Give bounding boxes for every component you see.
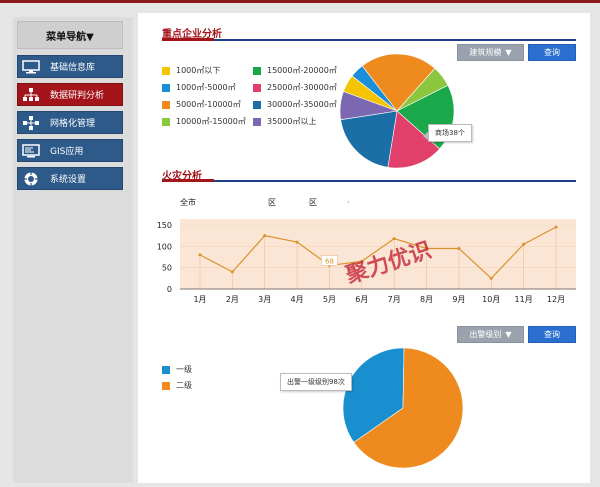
y-tick-label: 100 bbox=[157, 242, 172, 251]
data-point[interactable] bbox=[554, 225, 558, 229]
y-tick-label: 150 bbox=[157, 221, 172, 230]
enterprise-pie-chart bbox=[339, 53, 455, 169]
x-tick-label: 2月 bbox=[226, 295, 239, 304]
gis-screen-icon bbox=[18, 140, 44, 161]
data-point[interactable] bbox=[392, 237, 396, 241]
data-point[interactable] bbox=[522, 242, 526, 246]
enterprise-pie-tooltip: 商场38个 bbox=[423, 124, 472, 142]
x-tick-label: 1月 bbox=[193, 295, 206, 304]
x-tick-label: 5月 bbox=[323, 295, 336, 304]
data-point[interactable] bbox=[295, 240, 299, 244]
sidebar-item-grid-management[interactable]: 网格化管理 bbox=[17, 111, 123, 134]
monitor-icon bbox=[18, 56, 44, 77]
level-pie-chart bbox=[342, 347, 464, 469]
x-tick-label: 4月 bbox=[291, 295, 304, 304]
main-panel: 重点企业分析 建筑规模 ▼ 查询 1000㎡以下 15000㎡-20000㎡ 100… bbox=[138, 13, 590, 483]
x-tick-label: 10月 bbox=[482, 295, 500, 304]
sidebar-item-label: 网格化管理 bbox=[50, 119, 96, 129]
data-point[interactable] bbox=[489, 276, 493, 280]
sidebar-item-gis[interactable]: GIS应用 bbox=[17, 139, 123, 162]
sidebar-item-label: 数据研判分析 bbox=[50, 91, 105, 101]
x-tick-label: 12月 bbox=[547, 295, 565, 304]
sidebar-item-label: GIS应用 bbox=[50, 147, 84, 157]
org-chart-icon bbox=[18, 84, 44, 105]
sidebar-item-settings[interactable]: 系统设置 bbox=[17, 167, 123, 190]
region-marker: · bbox=[347, 198, 350, 207]
y-tick-label: 0 bbox=[167, 285, 172, 294]
x-tick-label: 3月 bbox=[258, 295, 271, 304]
menu-nav-header[interactable]: 菜单导航▼ bbox=[17, 21, 123, 49]
sidebar-item-label: 基础信息库 bbox=[50, 63, 96, 73]
top-accent-line bbox=[0, 0, 600, 3]
grid-icon bbox=[18, 112, 44, 133]
settings-icon bbox=[18, 168, 44, 189]
level-pie-tooltip: 出警一级级别98次 bbox=[280, 373, 352, 391]
x-tick-label: 9月 bbox=[452, 295, 465, 304]
region-a[interactable]: 区 bbox=[268, 197, 276, 208]
sidebar-item-label: 系统设置 bbox=[50, 175, 87, 185]
sidebar-item-basic-info[interactable]: 基础信息库 bbox=[17, 55, 123, 78]
region-all[interactable]: 全市 bbox=[180, 197, 196, 208]
data-point[interactable] bbox=[457, 246, 461, 250]
sidebar-item-data-analysis[interactable]: 数据研判分析 bbox=[17, 83, 123, 106]
x-tick-label: 7月 bbox=[388, 295, 401, 304]
region-b[interactable]: 区 bbox=[309, 197, 317, 208]
pie-slice[interactable] bbox=[340, 110, 398, 168]
x-tick-label: 11月 bbox=[515, 295, 533, 304]
x-tick-label: 6月 bbox=[355, 295, 368, 304]
sidebar: 菜单导航▼ 基础信息库 数据研判分析 网格化管理 GIS应用 系统设置 bbox=[13, 17, 133, 483]
data-point[interactable] bbox=[198, 253, 202, 257]
region-filter-row: 全市 区 区 · bbox=[180, 197, 350, 208]
x-tick-label: 8月 bbox=[420, 295, 433, 304]
data-point[interactable] bbox=[263, 234, 267, 238]
data-point[interactable] bbox=[230, 270, 234, 274]
value-badge-label: 68 bbox=[325, 258, 334, 266]
y-tick-label: 50 bbox=[162, 264, 172, 273]
fire-section-rule bbox=[162, 179, 576, 182]
